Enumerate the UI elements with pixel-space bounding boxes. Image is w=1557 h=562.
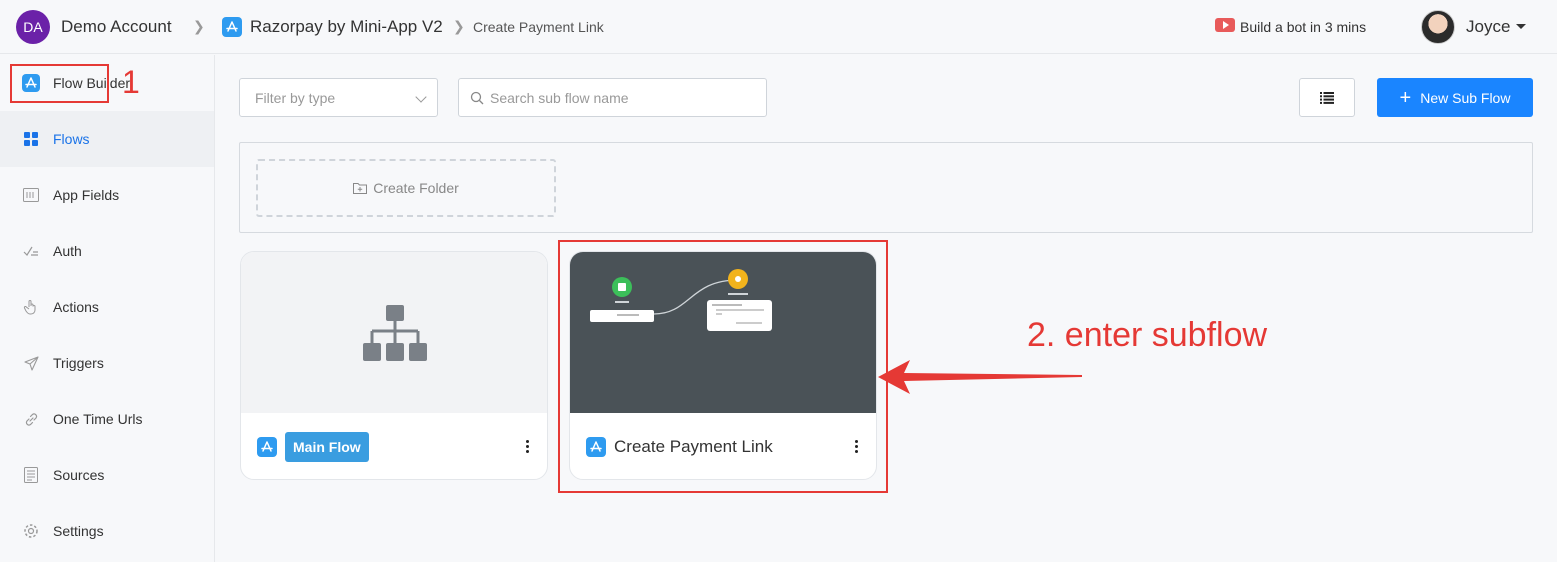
search-sub-flow-field[interactable] (458, 78, 767, 117)
flow-thumbnail (241, 252, 547, 413)
sidebar-item-triggers[interactable]: Triggers (0, 335, 214, 391)
more-options-icon[interactable] (525, 440, 529, 453)
new-sub-flow-button[interactable]: + New Sub Flow (1377, 78, 1533, 117)
sidebar-item-label: One Time Urls (53, 411, 143, 427)
chevron-right-icon: ❯ (453, 18, 465, 34)
sidebar-item-one-time-urls[interactable]: One Time Urls (0, 391, 214, 447)
gear-icon (22, 522, 40, 540)
card-footer: Main Flow (241, 413, 547, 479)
annotation-box-flows (10, 64, 109, 103)
folder-panel: Create Folder (239, 142, 1533, 233)
sidebar-item-label: Auth (53, 243, 82, 259)
new-sub-flow-label: New Sub Flow (1420, 89, 1511, 106)
top-header: DA Demo Account ❯ Razorpay by Mini-App V… (0, 0, 1557, 54)
create-folder-label: Create Folder (373, 180, 459, 196)
folder-plus-icon (353, 183, 368, 194)
link-icon (22, 410, 40, 428)
hand-pointer-icon (22, 298, 40, 316)
sidebar-item-label: Actions (53, 299, 99, 315)
youtube-icon[interactable] (1215, 18, 1235, 32)
sidebar-item-label: Triggers (53, 355, 104, 371)
user-avatar[interactable] (1421, 10, 1455, 44)
sidebar-item-label: Settings (53, 523, 104, 539)
filter-by-type-select[interactable]: Filter by type (239, 78, 438, 117)
search-input[interactable] (490, 89, 750, 106)
filter-placeholder: Filter by type (255, 90, 336, 106)
list-view-button[interactable] (1299, 78, 1355, 117)
annotation-step-1: 1 (122, 64, 140, 100)
build-bot-link[interactable]: Build a bot in 3 mins (1240, 19, 1366, 35)
sidebar-item-label: Flows (53, 131, 90, 147)
grid-icon (22, 130, 40, 148)
user-name[interactable]: Joyce (1466, 17, 1510, 37)
sidebar: Flow Builder Flows App Fields Auth Actio… (0, 55, 215, 562)
sidebar-item-sources[interactable]: Sources (0, 447, 214, 503)
create-folder-button[interactable]: Create Folder (256, 159, 556, 217)
annotation-box-subflow (558, 240, 888, 493)
chevron-down-icon (415, 91, 427, 103)
chevron-right-icon: ❯ (193, 18, 205, 34)
app-store-icon (222, 17, 242, 37)
auth-icon (22, 242, 40, 260)
flow-card-main[interactable]: Main Flow (240, 251, 548, 480)
annotation-arrow-icon (878, 360, 1082, 394)
plus-icon: + (1399, 86, 1412, 109)
main-flow-badge[interactable]: Main Flow (285, 432, 369, 462)
breadcrumb-current: Create Payment Link (473, 19, 604, 35)
app-store-icon (257, 437, 277, 457)
sidebar-item-auth[interactable]: Auth (0, 223, 214, 279)
sidebar-item-actions[interactable]: Actions (0, 279, 214, 335)
document-icon (22, 466, 40, 484)
list-icon (1320, 91, 1334, 104)
send-icon (22, 354, 40, 372)
fields-icon (22, 186, 40, 204)
annotation-step-2: 2. enter subflow (1027, 316, 1268, 354)
sitemap-icon (363, 305, 427, 361)
account-name[interactable]: Demo Account (61, 17, 172, 37)
sidebar-item-settings[interactable]: Settings (0, 503, 214, 559)
sidebar-item-label: Sources (53, 467, 105, 483)
sidebar-item-app-fields[interactable]: App Fields (0, 167, 214, 223)
search-icon (470, 91, 484, 104)
breadcrumb-app[interactable]: Razorpay by Mini-App V2 (250, 17, 443, 37)
sidebar-item-label: App Fields (53, 187, 120, 203)
caret-down-icon[interactable] (1516, 24, 1526, 29)
account-avatar[interactable]: DA (16, 10, 50, 44)
sidebar-item-flows[interactable]: Flows (0, 111, 214, 167)
